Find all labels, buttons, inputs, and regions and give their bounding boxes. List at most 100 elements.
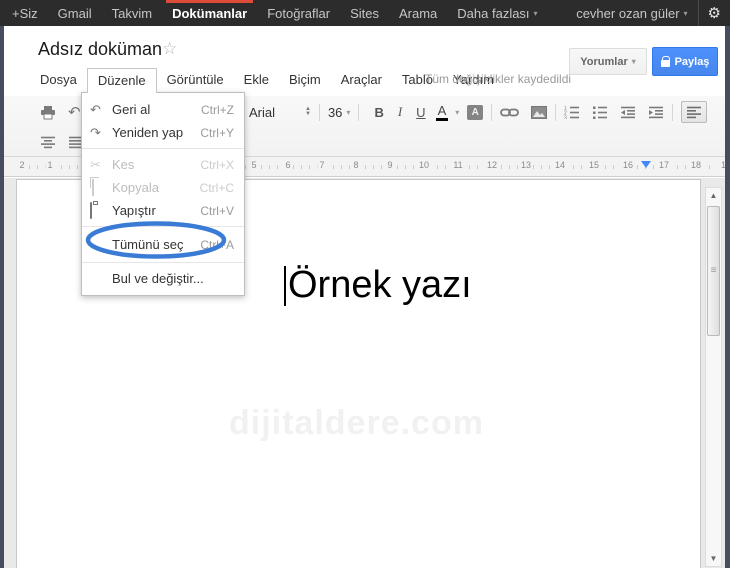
scrollbar-thumb[interactable]: ≡ (707, 206, 720, 336)
redo-icon: ↷ (90, 124, 101, 140)
google-docs-window: +Siz Gmail Takvim Dokümanlar Fotoğraflar… (0, 0, 730, 568)
nav-fotograflar[interactable]: Fotoğraflar (257, 0, 340, 26)
menu-item-yapistir[interactable]: Yapıştır Ctrl+V (82, 199, 244, 222)
scroll-up-button[interactable]: ▲ (706, 188, 721, 203)
align-left-button[interactable] (681, 101, 708, 123)
menu-goruntule[interactable]: Görüntüle (157, 68, 234, 92)
watermark: dijitaldere.com (229, 404, 484, 442)
window-edge-left (0, 26, 4, 568)
menu-separator (82, 262, 244, 263)
down-arrow-icon: ▼ (709, 554, 718, 563)
account-menu[interactable]: cevher ozan güler ▾ (566, 0, 697, 26)
toolbar-divider (491, 103, 493, 121)
menu-araclar[interactable]: Araçlar (331, 68, 392, 92)
toolbar-divider (318, 103, 320, 121)
lock-icon (660, 56, 671, 67)
paste-icon (90, 202, 112, 219)
comments-button[interactable]: Yorumlar ▾ (569, 48, 647, 75)
toolbar-format-cluster: Arial ▲ ▼ 36 ▾ B I U A ▾ A 1 2 3 (249, 100, 708, 124)
ruler-number: 11 (451, 160, 465, 170)
up-arrow-icon: ▲ (709, 191, 718, 200)
ruler-number: 16 (620, 160, 636, 170)
undo-icon: ↶ (90, 101, 101, 117)
scroll-down-button[interactable]: ▼ (706, 551, 721, 566)
nav-dokumanlar[interactable]: Dokümanlar (162, 0, 257, 26)
font-family-select[interactable]: Arial (249, 105, 301, 120)
menu-item-shortcut: Ctrl+C (199, 180, 234, 195)
text-cursor (284, 266, 286, 306)
nav-siz[interactable]: +Siz (2, 0, 48, 26)
google-topbar: +Siz Gmail Takvim Dokümanlar Fotoğraflar… (0, 0, 730, 26)
font-family-stepper[interactable]: ▲ ▼ (305, 106, 311, 117)
chevron-down-icon: ▾ (631, 57, 636, 66)
underline-button[interactable]: U (409, 105, 432, 120)
menu-item-geri-al[interactable]: ↶ Geri al Ctrl+Z (82, 98, 244, 121)
align-left-icon (687, 106, 702, 118)
ruler-number: 2 (17, 160, 27, 170)
ruler-number: 10 (416, 160, 432, 170)
font-size-select[interactable]: 36 (328, 105, 342, 120)
highlight-color-button[interactable]: A (467, 104, 484, 120)
indent-icon (649, 106, 664, 118)
menu-item-shortcut: Ctrl+V (200, 203, 234, 218)
outdent-button[interactable] (620, 106, 636, 119)
toolbar-divider (358, 103, 360, 121)
menu-item-label: Kes (112, 157, 135, 172)
bold-button[interactable]: B (367, 105, 390, 120)
menu-item-shortcut: Ctrl+X (200, 157, 234, 172)
insert-link-button[interactable] (500, 107, 520, 118)
ruler-number: 13 (518, 160, 534, 170)
ruler-number: 7 (317, 160, 327, 170)
nav-more[interactable]: Daha fazlası ▾ (447, 0, 547, 26)
menu-item-bul-ve-degistir[interactable]: Bul ve değiştir... (82, 267, 244, 290)
stepper-down-icon: ▼ (305, 111, 311, 117)
menu-item-yeniden-yap[interactable]: ↷ Yeniden yap Ctrl+Y (82, 121, 244, 144)
numbered-list-button[interactable]: 123 (564, 106, 580, 119)
undo-button[interactable]: ↶ (68, 105, 81, 120)
topbar-right: cevher ozan güler ▾ ⚙ (566, 0, 730, 26)
toolbar-divider (672, 103, 674, 121)
link-icon (500, 108, 520, 116)
nav-gmail[interactable]: Gmail (48, 0, 102, 26)
vertical-scrollbar[interactable]: ▲ ≡ ▼ (705, 187, 722, 567)
menu-ekle[interactable]: Ekle (234, 68, 279, 92)
menu-item-label: Bul ve değiştir... (112, 271, 204, 286)
document-title[interactable]: Adsız doküman (38, 39, 162, 60)
menu-item-tumunu-sec[interactable]: Tümünü seç Ctrl+A (82, 231, 244, 258)
ruler-number: 12 (484, 160, 500, 170)
indent-button[interactable] (648, 106, 664, 119)
document-header: Adsız doküman ☆ Dosya Düzenle Görüntüle … (4, 26, 725, 96)
insert-image-button[interactable] (531, 105, 548, 119)
chevron-down-icon: ▾ (455, 107, 460, 117)
topbar-nav: +Siz Gmail Takvim Dokümanlar Fotoğraflar… (0, 0, 548, 26)
indent-marker-icon[interactable] (641, 161, 651, 168)
ruler-number: 18 (688, 160, 704, 170)
star-icon[interactable]: ☆ (162, 39, 177, 59)
share-button[interactable]: Paylaş (652, 47, 718, 76)
align-center-button[interactable] (40, 136, 56, 149)
italic-button[interactable]: I (391, 104, 409, 120)
menu-item-label: Tümünü seç (112, 237, 184, 252)
bulleted-list-button[interactable] (592, 106, 608, 119)
scissors-icon: ✂ (90, 156, 101, 172)
print-icon (41, 105, 55, 119)
settings-gear-button[interactable]: ⚙ (699, 0, 730, 26)
edit-menu-dropdown: ↶ Geri al Ctrl+Z ↷ Yeniden yap Ctrl+Y ✂ … (81, 92, 245, 296)
ruler-number: 14 (552, 160, 568, 170)
toolbar-row-2 (40, 133, 84, 151)
toolbar-row-1: ↶ (40, 103, 81, 121)
copy-icon (90, 179, 112, 196)
document-text[interactable]: Örnek yazı (288, 264, 472, 307)
menu-item-kopyala: Kopyala Ctrl+C (82, 176, 244, 199)
menu-duzenle[interactable]: Düzenle (86, 67, 157, 93)
menu-item-label: Yapıştır (112, 203, 156, 218)
text-color-button[interactable]: A (435, 103, 449, 121)
print-button[interactable] (40, 105, 56, 120)
nav-takvim[interactable]: Takvim (102, 0, 162, 26)
ruler-number: 8 (351, 160, 361, 170)
toolbar-divider (555, 103, 557, 121)
nav-sites[interactable]: Sites (340, 0, 389, 26)
nav-arama[interactable]: Arama (389, 0, 447, 26)
menu-bicim[interactable]: Biçim (279, 68, 331, 92)
menu-dosya[interactable]: Dosya (30, 68, 87, 92)
